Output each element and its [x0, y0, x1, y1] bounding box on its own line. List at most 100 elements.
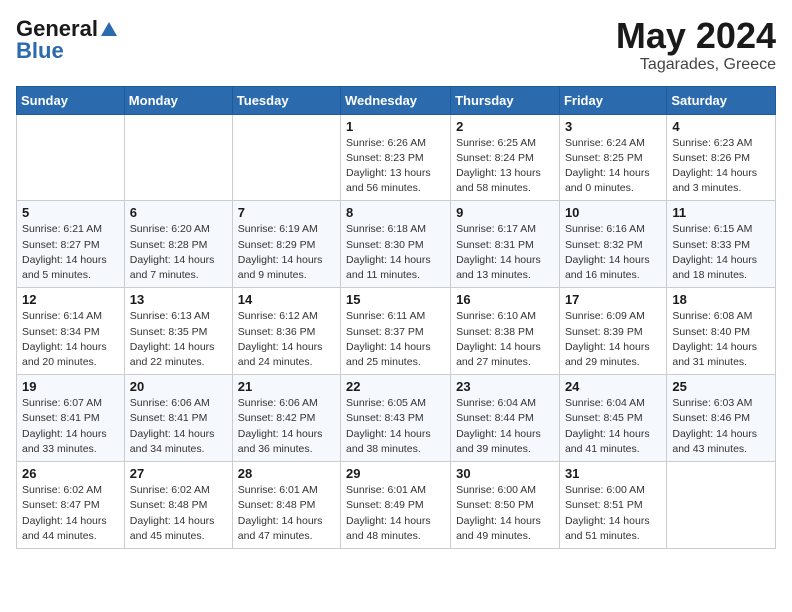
day-number: 15 [346, 292, 445, 307]
day-info: Sunrise: 6:04 AMSunset: 8:44 PMDaylight:… [456, 396, 554, 457]
day-info: Sunrise: 6:02 AMSunset: 8:47 PMDaylight:… [22, 483, 119, 544]
day-number: 20 [130, 379, 227, 394]
calendar-cell: 24 Sunrise: 6:04 AMSunset: 8:45 PMDayligh… [559, 375, 666, 462]
calendar-cell: 22 Sunrise: 6:05 AMSunset: 8:43 PMDayligh… [341, 375, 451, 462]
day-number: 2 [456, 119, 554, 134]
calendar-cell: 20 Sunrise: 6:06 AMSunset: 8:41 PMDayligh… [124, 375, 232, 462]
calendar-cell: 29 Sunrise: 6:01 AMSunset: 8:49 PMDayligh… [341, 462, 451, 549]
day-info: Sunrise: 6:15 AMSunset: 8:33 PMDaylight:… [672, 222, 770, 283]
calendar-cell: 11Sunrise: 6:15 AMSunset: 8:33 PMDayligh… [667, 201, 776, 288]
header-day-thursday: Thursday [451, 86, 560, 114]
calendar-cell: 14Sunrise: 6:12 AMSunset: 8:36 PMDayligh… [232, 288, 340, 375]
calendar-header-row: SundayMondayTuesdayWednesdayThursdayFrid… [17, 86, 776, 114]
logo: General Blue [16, 16, 118, 64]
day-number: 5 [22, 205, 119, 220]
day-info: Sunrise: 6:11 AMSunset: 8:37 PMDaylight:… [346, 309, 445, 370]
day-number: 18 [672, 292, 770, 307]
day-number: 13 [130, 292, 227, 307]
day-info: Sunrise: 6:01 AMSunset: 8:49 PMDaylight:… [346, 483, 445, 544]
calendar-cell: 21 Sunrise: 6:06 AMSunset: 8:42 PMDayligh… [232, 375, 340, 462]
calendar-cell: 30 Sunrise: 6:00 AMSunset: 8:50 PMDayligh… [451, 462, 560, 549]
calendar-cell: 6 Sunrise: 6:20 AMSunset: 8:28 PMDaylight… [124, 201, 232, 288]
day-info: Sunrise: 6:16 AMSunset: 8:32 PMDaylight:… [565, 222, 661, 283]
calendar-cell [124, 114, 232, 201]
day-number: 22 [346, 379, 445, 394]
calendar-cell: 16Sunrise: 6:10 AMSunset: 8:38 PMDayligh… [451, 288, 560, 375]
calendar-cell: 2 Sunrise: 6:25 AMSunset: 8:24 PMDaylight… [451, 114, 560, 201]
logo-triangle-icon [100, 20, 118, 38]
day-number: 12 [22, 292, 119, 307]
calendar-week-row: 12 Sunrise: 6:14 AMSunset: 8:34 PMDayligh… [17, 288, 776, 375]
day-info: Sunrise: 6:00 AMSunset: 8:51 PMDaylight:… [565, 483, 661, 544]
header-day-monday: Monday [124, 86, 232, 114]
day-info: Sunrise: 6:25 AMSunset: 8:24 PMDaylight:… [456, 136, 554, 197]
calendar-cell: 10 Sunrise: 6:16 AMSunset: 8:32 PMDayligh… [559, 201, 666, 288]
day-info: Sunrise: 6:00 AMSunset: 8:50 PMDaylight:… [456, 483, 554, 544]
page-header: General Blue May 2024 Tagarades, Greece [16, 16, 776, 74]
day-info: Sunrise: 6:03 AMSunset: 8:46 PMDaylight:… [672, 396, 770, 457]
header-day-wednesday: Wednesday [341, 86, 451, 114]
calendar-week-row: 19 Sunrise: 6:07 AMSunset: 8:41 PMDayligh… [17, 375, 776, 462]
calendar-cell: 13 Sunrise: 6:13 AMSunset: 8:35 PMDayligh… [124, 288, 232, 375]
day-info: Sunrise: 6:10 AMSunset: 8:38 PMDaylight:… [456, 309, 554, 370]
calendar-cell: 19 Sunrise: 6:07 AMSunset: 8:41 PMDayligh… [17, 375, 125, 462]
header-day-tuesday: Tuesday [232, 86, 340, 114]
calendar-cell: 17 Sunrise: 6:09 AMSunset: 8:39 PMDayligh… [559, 288, 666, 375]
day-info: Sunrise: 6:23 AMSunset: 8:26 PMDaylight:… [672, 136, 770, 197]
day-number: 7 [238, 205, 335, 220]
day-number: 1 [346, 119, 445, 134]
day-number: 14 [238, 292, 335, 307]
day-number: 3 [565, 119, 661, 134]
day-number: 21 [238, 379, 335, 394]
calendar-cell: 28 Sunrise: 6:01 AMSunset: 8:48 PMDayligh… [232, 462, 340, 549]
calendar-cell: 31Sunrise: 6:00 AMSunset: 8:51 PMDayligh… [559, 462, 666, 549]
day-info: Sunrise: 6:13 AMSunset: 8:35 PMDaylight:… [130, 309, 227, 370]
day-info: Sunrise: 6:09 AMSunset: 8:39 PMDaylight:… [565, 309, 661, 370]
header-day-sunday: Sunday [17, 86, 125, 114]
calendar-cell: 26Sunrise: 6:02 AMSunset: 8:47 PMDayligh… [17, 462, 125, 549]
day-info: Sunrise: 6:06 AMSunset: 8:42 PMDaylight:… [238, 396, 335, 457]
day-number: 29 [346, 466, 445, 481]
day-number: 4 [672, 119, 770, 134]
day-number: 6 [130, 205, 227, 220]
day-info: Sunrise: 6:18 AMSunset: 8:30 PMDaylight:… [346, 222, 445, 283]
day-info: Sunrise: 6:08 AMSunset: 8:40 PMDaylight:… [672, 309, 770, 370]
location-subtitle: Tagarades, Greece [616, 56, 776, 74]
day-info: Sunrise: 6:05 AMSunset: 8:43 PMDaylight:… [346, 396, 445, 457]
day-info: Sunrise: 6:01 AMSunset: 8:48 PMDaylight:… [238, 483, 335, 544]
calendar-table: SundayMondayTuesdayWednesdayThursdayFrid… [16, 86, 776, 549]
logo-blue: Blue [16, 38, 64, 64]
day-number: 10 [565, 205, 661, 220]
calendar-cell: 15 Sunrise: 6:11 AMSunset: 8:37 PMDayligh… [341, 288, 451, 375]
day-number: 30 [456, 466, 554, 481]
day-info: Sunrise: 6:04 AMSunset: 8:45 PMDaylight:… [565, 396, 661, 457]
calendar-week-row: 26Sunrise: 6:02 AMSunset: 8:47 PMDayligh… [17, 462, 776, 549]
calendar-cell: 1 Sunrise: 6:26 AMSunset: 8:23 PMDaylight… [341, 114, 451, 201]
calendar-cell: 12 Sunrise: 6:14 AMSunset: 8:34 PMDayligh… [17, 288, 125, 375]
header-day-friday: Friday [559, 86, 666, 114]
day-number: 24 [565, 379, 661, 394]
day-info: Sunrise: 6:02 AMSunset: 8:48 PMDaylight:… [130, 483, 227, 544]
day-number: 23 [456, 379, 554, 394]
day-info: Sunrise: 6:07 AMSunset: 8:41 PMDaylight:… [22, 396, 119, 457]
day-info: Sunrise: 6:06 AMSunset: 8:41 PMDaylight:… [130, 396, 227, 457]
day-number: 19 [22, 379, 119, 394]
calendar-cell [17, 114, 125, 201]
calendar-week-row: 5Sunrise: 6:21 AMSunset: 8:27 PMDaylight… [17, 201, 776, 288]
calendar-cell: 18 Sunrise: 6:08 AMSunset: 8:40 PMDayligh… [667, 288, 776, 375]
title-block: May 2024 Tagarades, Greece [616, 16, 776, 74]
day-info: Sunrise: 6:26 AMSunset: 8:23 PMDaylight:… [346, 136, 445, 197]
calendar-cell [232, 114, 340, 201]
day-info: Sunrise: 6:17 AMSunset: 8:31 PMDaylight:… [456, 222, 554, 283]
calendar-cell: 4 Sunrise: 6:23 AMSunset: 8:26 PMDaylight… [667, 114, 776, 201]
header-day-saturday: Saturday [667, 86, 776, 114]
calendar-cell: 27Sunrise: 6:02 AMSunset: 8:48 PMDayligh… [124, 462, 232, 549]
page-title: May 2024 [616, 16, 776, 56]
day-info: Sunrise: 6:14 AMSunset: 8:34 PMDaylight:… [22, 309, 119, 370]
day-number: 28 [238, 466, 335, 481]
calendar-cell: 7Sunrise: 6:19 AMSunset: 8:29 PMDaylight… [232, 201, 340, 288]
calendar-cell [667, 462, 776, 549]
day-info: Sunrise: 6:20 AMSunset: 8:28 PMDaylight:… [130, 222, 227, 283]
calendar-week-row: 1 Sunrise: 6:26 AMSunset: 8:23 PMDaylight… [17, 114, 776, 201]
day-number: 17 [565, 292, 661, 307]
